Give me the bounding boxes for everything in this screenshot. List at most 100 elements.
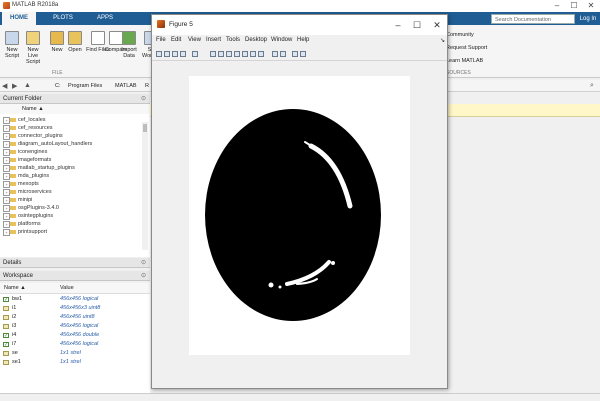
name-column-header[interactable]: Name ▲ [22, 106, 44, 112]
new-figure-icon[interactable] [156, 51, 162, 57]
legend-icon[interactable] [280, 51, 286, 57]
expand-icon[interactable]: + [3, 133, 10, 140]
ribbon-button-import-data[interactable]: Import Data [120, 31, 138, 59]
zoom-in-icon[interactable] [210, 51, 216, 57]
request-support-link[interactable]: Request Support [446, 45, 487, 51]
ribbon-button-new-live-script[interactable]: New Live Script [24, 31, 42, 65]
variable-value: 456x456x3 uint8 [60, 305, 101, 311]
login-button[interactable]: Log In [578, 14, 598, 24]
learn-matlab-link[interactable]: Learn MATLAB [446, 58, 483, 64]
ribbon-button-new[interactable]: New [48, 31, 66, 53]
search-documentation-input[interactable]: Search Documentation [491, 14, 575, 24]
maximize-icon[interactable]: ☐ [566, 0, 582, 11]
folder-item[interactable]: + minipi [0, 196, 150, 204]
folder-item[interactable]: + iconengines [0, 148, 150, 156]
back-arrow-icon[interactable]: ◀ [2, 82, 7, 90]
workspace-row[interactable]: se 1x1 strel [0, 349, 150, 358]
menu-dock-arrow-icon[interactable]: ↘ [440, 37, 445, 44]
folder-item[interactable]: + platforms [0, 220, 150, 228]
folder-item[interactable]: + printsupport [0, 228, 150, 236]
folder-scrollbar[interactable] [142, 122, 148, 250]
hide-plot-tools-icon[interactable] [292, 51, 298, 57]
workspace-row[interactable]: ✓ i7 456x456 logical [0, 340, 150, 349]
highlight-dot [278, 285, 282, 289]
figure-maximize-icon[interactable]: ☐ [408, 18, 426, 32]
folder-item[interactable]: + osintegplugins [0, 212, 150, 220]
search-folder-icon[interactable]: ⌕ [590, 82, 594, 90]
menu-view[interactable]: View [188, 37, 201, 43]
expand-icon[interactable]: + [3, 221, 10, 228]
print-icon[interactable] [180, 51, 186, 57]
show-plot-tools-icon[interactable] [300, 51, 306, 57]
expand-icon[interactable]: + [3, 141, 10, 148]
folder-item[interactable]: + microservices [0, 188, 150, 196]
expand-icon[interactable]: + [3, 189, 10, 196]
path-segment[interactable]: Program Files [68, 83, 102, 89]
expand-icon[interactable]: + [3, 157, 10, 164]
menu-insert[interactable]: Insert [206, 37, 221, 43]
workspace-row[interactable]: ✓ bw1 456x456 logical [0, 295, 150, 304]
workspace-name-column[interactable]: Name ▲ [4, 285, 26, 291]
folder-item[interactable]: + mda_plugins [0, 172, 150, 180]
expand-icon[interactable]: + [3, 205, 10, 212]
expand-icon[interactable]: + [3, 117, 10, 124]
expand-icon[interactable]: + [3, 165, 10, 172]
expand-icon[interactable]: + [3, 149, 10, 156]
menu-window[interactable]: Window [271, 37, 292, 43]
path-segment[interactable]: R [145, 83, 149, 89]
menu-help[interactable]: Help [297, 37, 309, 43]
details-toggle-icon[interactable]: ⊙ [141, 259, 146, 266]
expand-icon[interactable]: + [3, 229, 10, 236]
close-icon[interactable]: ✕ [583, 0, 599, 11]
zoom-out-icon[interactable] [218, 51, 224, 57]
rotate-icon[interactable] [234, 51, 240, 57]
tab-apps[interactable]: APPS [88, 12, 122, 25]
folder-item[interactable]: + cef_resources [0, 124, 150, 132]
folder-item[interactable]: + cef_locales [0, 116, 150, 124]
save-icon[interactable] [172, 51, 178, 57]
expand-icon[interactable]: + [3, 125, 10, 132]
path-segment[interactable]: C: [55, 83, 61, 89]
tab-plots[interactable]: PLOTS [46, 12, 80, 25]
workspace-row[interactable]: i3 456x456 logical [0, 322, 150, 331]
expand-icon[interactable]: + [3, 213, 10, 220]
workspace-value-column[interactable]: Value [60, 285, 74, 291]
folder-item[interactable]: + imageformats [0, 156, 150, 164]
menu-file[interactable]: File [156, 37, 166, 43]
menu-edit[interactable]: Edit [171, 37, 181, 43]
folder-item[interactable]: + osgPlugins-3.4.0 [0, 204, 150, 212]
folder-item[interactable]: + mexopts [0, 180, 150, 188]
tab-home[interactable]: HOME [2, 12, 36, 25]
menu-tools[interactable]: Tools [226, 37, 240, 43]
folder-item[interactable]: + matlab_startup_plugins [0, 164, 150, 172]
expand-icon[interactable]: + [3, 197, 10, 204]
menu-desktop[interactable]: Desktop [245, 37, 267, 43]
figure-axes-canvas[interactable] [189, 76, 410, 355]
community-link[interactable]: Community [446, 32, 474, 38]
panel-actions-icon[interactable]: ⊙ [141, 95, 146, 102]
open-file-icon[interactable] [164, 51, 170, 57]
folder-item[interactable]: + diagram_autoLayout_handlers [0, 140, 150, 148]
workspace-row[interactable]: i2 456x456 uint8 [0, 313, 150, 322]
workspace-row[interactable]: ✓ i4 456x456 double [0, 331, 150, 340]
expand-icon[interactable]: + [3, 181, 10, 188]
figure-close-icon[interactable]: ✕ [428, 18, 446, 32]
link-icon[interactable] [258, 51, 264, 57]
figure-minimize-icon[interactable]: – [389, 18, 407, 32]
forward-arrow-icon[interactable]: ▶ [12, 82, 17, 90]
up-folder-icon[interactable]: ▲ [24, 82, 31, 89]
expand-icon[interactable]: + [3, 173, 10, 180]
data-cursor-icon[interactable] [242, 51, 248, 57]
brush-icon[interactable] [250, 51, 256, 57]
ribbon-button-open-folder[interactable]: Open [66, 31, 84, 53]
workspace-actions-icon[interactable]: ⊙ [141, 272, 146, 279]
folder-item[interactable]: + connector_plugins [0, 132, 150, 140]
colorbar-icon[interactable] [272, 51, 278, 57]
workspace-row[interactable]: se1 1x1 strel [0, 358, 150, 367]
pan-icon[interactable] [226, 51, 232, 57]
ribbon-button-new-script[interactable]: New Script [3, 31, 21, 59]
path-segment[interactable]: MATLAB [115, 83, 137, 89]
pointer-icon[interactable] [192, 51, 198, 57]
minimize-icon[interactable]: – [549, 0, 565, 11]
workspace-row[interactable]: i1 456x456x3 uint8 [0, 304, 150, 313]
